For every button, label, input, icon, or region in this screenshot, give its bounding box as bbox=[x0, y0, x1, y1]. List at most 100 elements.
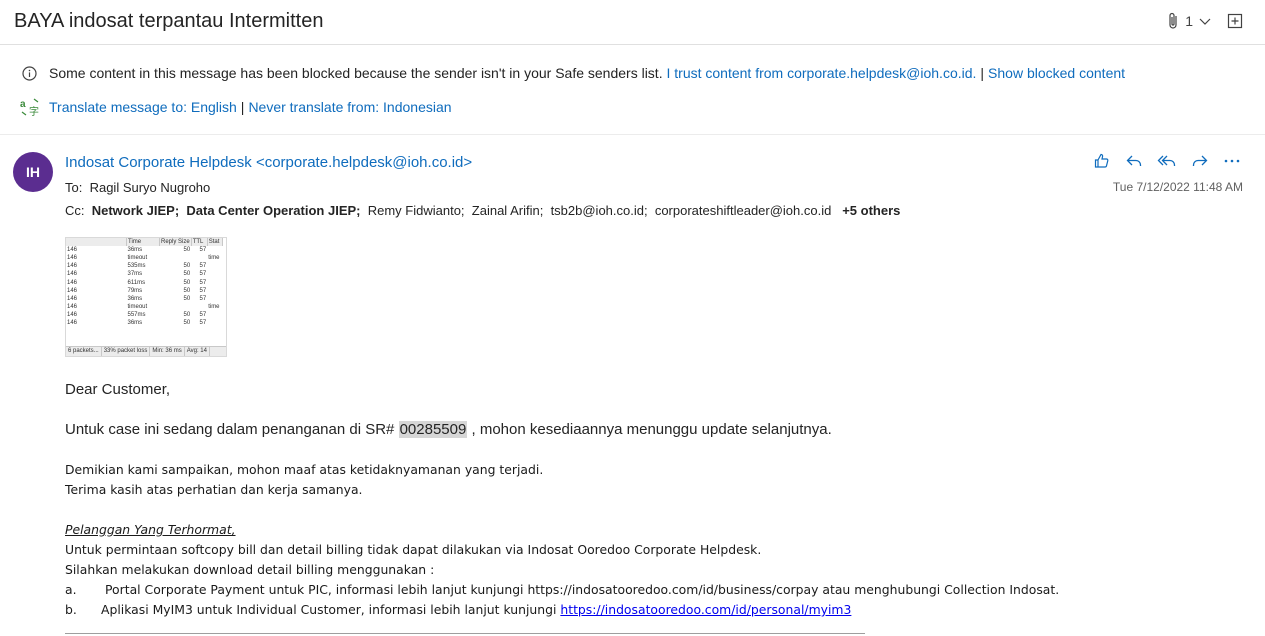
footer-title: Pelanggan Yang Terhormat, bbox=[65, 522, 236, 537]
ping-row: 146 36ms 50 57 bbox=[66, 295, 222, 303]
blocked-content-notice: Some content in this message has been bl… bbox=[22, 65, 1125, 81]
to-recipient[interactable]: Ragil Suryo Nugroho bbox=[90, 180, 211, 195]
ping-status-cell: Min: 36 ms bbox=[150, 347, 185, 356]
ping-cell: 146 bbox=[67, 295, 78, 302]
ping-cell: 557ms bbox=[127, 311, 146, 318]
ping-row: 146 37ms 50 57 bbox=[66, 270, 222, 278]
subject-bar: BAYA indosat terpantau Intermitten 1 bbox=[0, 0, 1265, 45]
ping-cell: 146 bbox=[67, 255, 78, 262]
ping-status-cell: Avg: 14 bbox=[185, 347, 210, 356]
ping-cell: 57 bbox=[199, 287, 207, 294]
never-translate-link[interactable]: Never translate from: Indonesian bbox=[248, 99, 451, 115]
open-in-new-window-icon[interactable] bbox=[1227, 13, 1243, 29]
ping-row: 146 611ms 50 57 bbox=[66, 278, 222, 286]
cc-recipient[interactable]: Zainal Arifin; bbox=[472, 203, 544, 218]
ping-cell bbox=[207, 311, 222, 319]
ping-cell: 57 bbox=[199, 311, 207, 318]
ping-status-bar: 6 packets... 33% packet loss Min: 36 ms Avg… bbox=[66, 346, 226, 356]
ping-column-header: Time bbox=[126, 238, 160, 247]
ping-cell bbox=[207, 278, 222, 286]
others-recipients[interactable]: +5 others bbox=[842, 203, 900, 218]
ping-cell: 50 bbox=[183, 271, 191, 278]
ping-cell: time bbox=[208, 303, 220, 310]
trust-sender-link[interactable]: I trust content from corporate.helpdesk@… bbox=[666, 65, 976, 81]
status-line-post: , mohon kesediaannya menunggu update sel… bbox=[471, 421, 832, 438]
show-blocked-content-link[interactable]: Show blocked content bbox=[988, 65, 1125, 81]
ping-cell: 79ms bbox=[127, 287, 143, 294]
reply-icon[interactable] bbox=[1125, 152, 1143, 170]
ping-table: Time Reply Size TTL Stat 146 36ms 50 57 146 time… bbox=[66, 238, 223, 327]
ping-cell: 611ms bbox=[127, 279, 146, 286]
ping-cell: timeout bbox=[127, 255, 148, 262]
cc-label: Cc: bbox=[65, 203, 85, 218]
notice-separator: | bbox=[980, 65, 985, 81]
ping-cell: 57 bbox=[199, 271, 207, 278]
cc-recipient[interactable]: corporateshiftleader@ioh.co.id bbox=[655, 203, 832, 218]
like-icon[interactable] bbox=[1093, 152, 1111, 170]
ping-cell: 36ms bbox=[127, 247, 143, 254]
ping-cell bbox=[207, 270, 222, 278]
ping-cell bbox=[207, 295, 222, 303]
ping-cell: 36ms bbox=[127, 295, 143, 302]
ping-cell: 50 bbox=[183, 311, 191, 318]
sender-name[interactable]: Indosat Corporate Helpdesk <corporate.he… bbox=[65, 154, 472, 171]
header-divider bbox=[0, 134, 1265, 135]
ping-cell bbox=[160, 254, 192, 262]
ping-row: 146 36ms 50 57 bbox=[66, 246, 222, 254]
cc-recipient[interactable]: Remy Fidwianto; bbox=[368, 203, 465, 218]
ping-row: 146 timeout time bbox=[66, 254, 222, 262]
ping-cell: 50 bbox=[183, 295, 191, 302]
ping-cell: 50 bbox=[183, 247, 191, 254]
translate-separator: | bbox=[240, 99, 245, 115]
ping-cell: 146 bbox=[67, 311, 78, 318]
myim3-link[interactable]: https://indosatooredoo.com/id/personal/m… bbox=[560, 602, 851, 617]
cc-recipients: Network JIEP; Data Center Operation JIEP… bbox=[92, 203, 839, 218]
ping-column-header: Reply Size bbox=[159, 238, 192, 247]
closing-line-2: Terima kasih atas perhatian dan kerja sa… bbox=[65, 482, 363, 497]
translate-message-link[interactable]: Translate message to: English bbox=[49, 99, 237, 115]
ping-status-cell: 33% packet loss bbox=[102, 347, 151, 356]
reply-all-icon[interactable] bbox=[1157, 152, 1177, 170]
closing-line-1: Demikian kami sampaikan, mohon maaf atas… bbox=[65, 462, 544, 477]
info-icon bbox=[22, 65, 49, 81]
cc-recipient[interactable]: tsb2b@ioh.co.id; bbox=[551, 203, 648, 218]
ping-row: 146 36ms 50 57 bbox=[66, 319, 222, 327]
ping-results-image: Time Reply Size TTL Stat 146 36ms 50 57 146 time… bbox=[65, 237, 227, 357]
chevron-down-icon[interactable] bbox=[1199, 16, 1211, 26]
ping-cell: 36ms bbox=[127, 319, 143, 326]
ping-cell: 57 bbox=[199, 295, 207, 302]
cc-line: Cc: Network JIEP; Data Center Operation … bbox=[65, 203, 900, 218]
ping-row: 146 79ms 50 57 bbox=[66, 287, 222, 295]
signature-divider bbox=[65, 633, 865, 634]
status-line: Untuk case ini sedang dalam penanganan d… bbox=[65, 421, 832, 438]
svg-text:a: a bbox=[20, 99, 26, 110]
ping-cell: 535ms bbox=[127, 263, 146, 270]
attachment-count[interactable]: 1 bbox=[1185, 13, 1193, 29]
forward-icon[interactable] bbox=[1191, 152, 1209, 170]
attachment-icon[interactable] bbox=[1167, 12, 1179, 30]
ping-cell: 146 bbox=[67, 263, 78, 270]
message-actions bbox=[1093, 152, 1241, 170]
translate-bar: a字 Translate message to: English | Never… bbox=[20, 97, 452, 117]
ping-cell bbox=[207, 246, 222, 254]
ping-cell: time bbox=[208, 255, 220, 262]
ping-cell: 57 bbox=[199, 319, 207, 326]
ping-row: 146 557ms 50 57 bbox=[66, 311, 222, 319]
item-a-label: a. bbox=[65, 582, 77, 597]
ping-cell bbox=[191, 254, 207, 262]
avatar[interactable]: IH bbox=[13, 152, 53, 192]
more-options-icon[interactable] bbox=[1223, 152, 1241, 170]
cc-recipient[interactable]: Data Center Operation JIEP; bbox=[186, 203, 360, 218]
header-tools: 1 bbox=[1167, 12, 1243, 30]
footer-line-2: Silahkan melakukan download detail billi… bbox=[65, 562, 435, 577]
ping-column-header bbox=[66, 238, 127, 247]
sr-number: 00285509 bbox=[398, 421, 468, 438]
ping-cell bbox=[207, 262, 222, 270]
ping-cell bbox=[191, 303, 207, 311]
ping-cell: 57 bbox=[199, 247, 207, 254]
ping-cell: 50 bbox=[183, 279, 191, 286]
email-subject: BAYA indosat terpantau Intermitten bbox=[14, 10, 324, 32]
cc-recipient[interactable]: Network JIEP; bbox=[92, 203, 179, 218]
greeting: Dear Customer, bbox=[65, 381, 171, 398]
ping-row: 146 timeout time bbox=[66, 303, 222, 311]
